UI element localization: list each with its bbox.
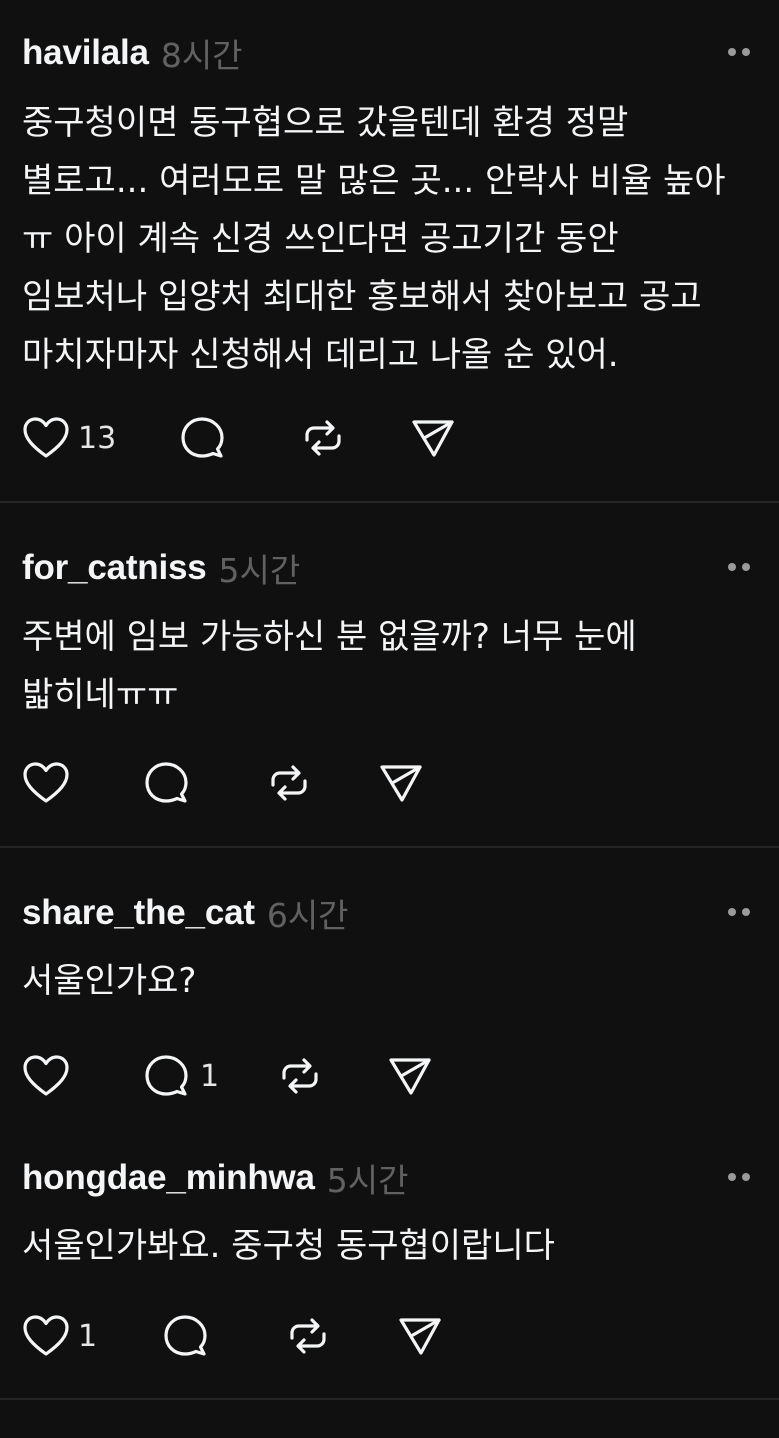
post-time: 5시간 xyxy=(218,551,301,590)
post-text-line: 중구청이면 동구협으로 갔을텐데 환경 정말 xyxy=(22,103,629,143)
post-actions: 1 xyxy=(22,1051,433,1101)
post-item: havilala 8시간 중구청이면 동구협으로 갔을텐데 환경 정말 별로고.… xyxy=(0,0,779,503)
repost-icon xyxy=(266,760,312,806)
post-text-line: 마치자마자 신청해서 데리고 나올 순 있어. xyxy=(22,335,619,375)
heart-icon xyxy=(22,1054,70,1098)
post-header: share_the_cat 6시간 xyxy=(22,888,757,938)
send-icon xyxy=(387,1053,433,1099)
post-username[interactable]: havilala xyxy=(22,33,149,73)
post-text: 중구청이면 동구협으로 갔을텐데 환경 정말 별로고... 여러모로 말 많은 … xyxy=(22,94,775,384)
post-text-line: 서울인가봐요. 중구청 동구협이랍니다 xyxy=(22,1226,555,1266)
post-text-line: ㅠ 아이 계속 신경 쓰인다면 공고기간 동안 xyxy=(22,219,619,259)
share-button[interactable] xyxy=(378,760,424,806)
post-text-line: 밟히네ㅠㅠ xyxy=(22,675,179,715)
post-username[interactable]: share_the_cat xyxy=(22,893,255,933)
more-dots-icon[interactable] xyxy=(721,549,757,585)
comment-bubble-icon xyxy=(163,1313,211,1359)
repost-icon xyxy=(285,1313,331,1359)
heart-icon xyxy=(22,1314,70,1358)
post-item: share_the_cat 6시간 서울인가요? 1 xyxy=(0,848,779,1116)
share-button[interactable] xyxy=(410,415,456,461)
post-divider xyxy=(0,1398,779,1400)
like-button[interactable]: 1 xyxy=(22,1314,97,1358)
reply-button[interactable]: 1 xyxy=(144,1053,219,1099)
post-time: 6시간 xyxy=(266,896,349,935)
comment-bubble-icon xyxy=(180,415,228,461)
send-icon xyxy=(410,415,456,461)
post-text-line: 임보처나 입양처 최대한 홍보해서 찾아보고 공고 xyxy=(22,277,702,317)
repost-icon xyxy=(300,415,346,461)
repost-button[interactable] xyxy=(266,760,312,806)
share-button[interactable] xyxy=(387,1053,433,1099)
share-button[interactable] xyxy=(397,1313,443,1359)
post-actions xyxy=(22,758,424,808)
heart-icon xyxy=(22,761,70,805)
post-username[interactable]: hongdae_minhwa xyxy=(22,1158,315,1198)
post-text: 서울인가봐요. 중구청 동구협이랍니다 xyxy=(22,1217,775,1275)
send-icon xyxy=(378,760,424,806)
post-text: 서울인가요? xyxy=(22,952,775,1010)
post-header: havilala 8시간 xyxy=(22,28,757,78)
post-time: 8시간 xyxy=(160,36,243,75)
like-button[interactable]: 13 xyxy=(22,416,116,460)
post-actions: 13 xyxy=(22,413,456,463)
reply-button[interactable] xyxy=(144,760,200,806)
like-button[interactable] xyxy=(22,1054,78,1098)
like-count: 13 xyxy=(78,420,117,456)
comment-bubble-icon xyxy=(144,1053,192,1099)
repost-icon xyxy=(277,1053,323,1099)
like-count: 1 xyxy=(78,1318,98,1354)
post-header: hongdae_minhwa 5시간 xyxy=(22,1153,757,1203)
reply-count: 1 xyxy=(200,1058,220,1094)
post-time: 5시간 xyxy=(326,1161,409,1200)
post-header: for_catniss 5시간 xyxy=(22,543,757,593)
post-text-line: 서울인가요? xyxy=(22,961,197,1001)
heart-icon xyxy=(22,416,70,460)
post-text: 주변에 임보 가능하신 분 없을까? 너무 눈에 밟히네ㅠㅠ xyxy=(22,608,775,724)
more-dots-icon[interactable] xyxy=(721,1159,757,1195)
post-actions: 1 xyxy=(22,1311,443,1361)
reply-button[interactable] xyxy=(180,415,236,461)
post-item: for_catniss 5시간 주변에 임보 가능하신 분 없을까? 너무 눈에… xyxy=(0,503,779,848)
reply-button[interactable] xyxy=(163,1313,219,1359)
more-dots-icon[interactable] xyxy=(721,894,757,930)
more-dots-icon[interactable] xyxy=(721,34,757,70)
like-button[interactable] xyxy=(22,761,78,805)
repost-button[interactable] xyxy=(277,1053,323,1099)
post-text-line: 주변에 임보 가능하신 분 없을까? 너무 눈에 xyxy=(22,617,637,657)
repost-button[interactable] xyxy=(300,415,346,461)
post-text-line: 별로고... 여러모로 말 많은 곳... 안락사 비율 높아 xyxy=(22,161,726,201)
post-item: hongdae_minhwa 5시간 서울인가봐요. 중구청 동구협이랍니다 1 xyxy=(0,1116,779,1400)
repost-button[interactable] xyxy=(285,1313,331,1359)
comment-bubble-icon xyxy=(144,760,192,806)
send-icon xyxy=(397,1313,443,1359)
post-username[interactable]: for_catniss xyxy=(22,548,207,588)
